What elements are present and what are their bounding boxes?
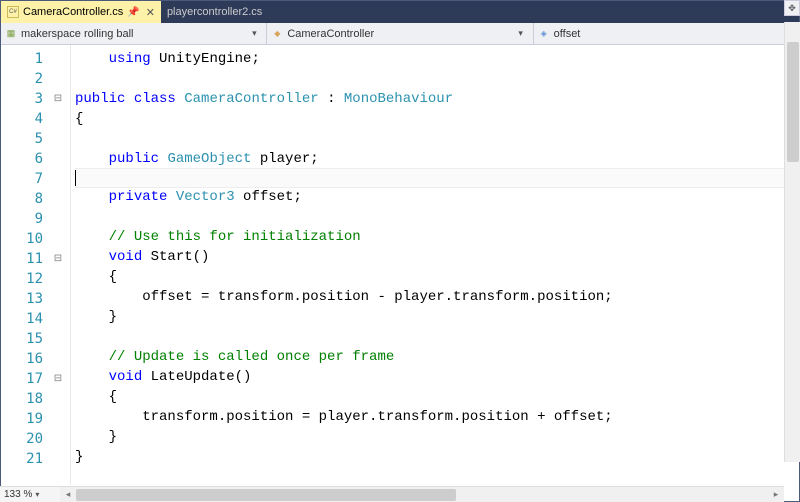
code-line[interactable]: } [75,307,799,327]
class-icon [271,28,283,40]
code-line[interactable] [75,327,799,347]
line-number: 9 [1,209,51,229]
line-number: 2 [1,69,51,89]
line-number: 13 [1,289,51,309]
field-icon [538,28,550,40]
line-number: 16 [1,349,51,369]
code-line[interactable]: using UnityEngine; [75,49,799,69]
code-line[interactable]: public GameObject player; [75,149,799,169]
nav-member-label: offset [554,28,581,40]
fold-toggle [51,109,65,129]
code-line[interactable]: // Use this for initialization [75,227,799,247]
close-icon[interactable]: ✕ [146,6,155,19]
fold-toggle [51,69,65,89]
navigation-bar: makerspace rolling ball ▾ CameraControll… [1,23,799,45]
line-number: 3 [1,89,51,109]
fold-toggle [51,269,65,289]
line-number: 21 [1,449,51,469]
fold-toggle [51,409,65,429]
nav-project-label: makerspace rolling ball [21,28,134,40]
code-line[interactable]: { [75,387,799,407]
scroll-left-button[interactable]: ◂ [60,489,76,500]
nav-class-label: CameraController [287,28,374,40]
fold-toggle [51,209,65,229]
line-number: 10 [1,229,51,249]
zoom-value: 133 % [4,489,32,500]
gutter: 123⊟4567891011⊟121314151617⊟18192021 [1,45,71,485]
chevron-down-icon: ▾ [246,28,262,39]
tab-player-controller2[interactable]: playercontroller2.cs [161,1,268,23]
zoom-level[interactable]: 133 % ▾ [0,486,60,502]
csharp-file-icon [7,6,19,18]
pin-icon[interactable]: 📌 [127,7,139,18]
code-line[interactable]: { [75,109,799,129]
scroll-right-button[interactable]: ▸ [768,489,784,500]
line-number: 19 [1,409,51,429]
code-line[interactable]: 💡 [75,168,799,188]
fold-toggle [51,49,65,69]
code-line[interactable] [75,69,799,89]
code-line[interactable]: void LateUpdate() [75,367,799,387]
fold-toggle [51,189,65,209]
vertical-scrollbar[interactable] [784,22,800,462]
fold-toggle [51,169,65,189]
chevron-down-icon: ▾ [513,28,529,39]
nav-class-dropdown[interactable]: CameraController ▾ [267,23,533,44]
line-number: 11 [1,249,51,269]
chevron-down-icon: ▾ [35,490,39,499]
code-line[interactable]: } [75,447,799,467]
line-number: 14 [1,309,51,329]
tab-camera-controller[interactable]: CameraController.cs 📌 ✕ [1,1,161,23]
line-number: 4 [1,109,51,129]
nav-member-dropdown[interactable]: offset ▾ [534,23,799,44]
line-number: 8 [1,189,51,209]
nav-project-dropdown[interactable]: makerspace rolling ball ▾ [1,23,267,44]
fold-toggle [51,429,65,449]
text-caret [75,170,76,186]
line-number: 6 [1,149,51,169]
code-line[interactable] [75,207,799,227]
line-number: 18 [1,389,51,409]
fold-toggle [51,349,65,369]
scroll-track[interactable] [76,487,768,502]
line-number: 5 [1,129,51,149]
line-number: 1 [1,49,51,69]
code-line[interactable]: offset = transform.position - player.tra… [75,287,799,307]
tab-label: CameraController.cs [23,6,123,18]
tab-label: playercontroller2.cs [167,6,262,18]
fold-toggle [51,389,65,409]
line-number: 7 [1,169,51,189]
fold-toggle[interactable]: ⊟ [51,249,65,269]
fold-toggle [51,289,65,309]
code-line[interactable]: public class CameraController : MonoBeha… [75,89,799,109]
horizontal-scrollbar-thumb[interactable] [76,489,456,501]
line-number: 17 [1,369,51,389]
code-area[interactable]: using UnityEngine; public class CameraCon… [71,45,799,485]
horizontal-scrollbar[interactable]: ◂ ▸ [60,486,784,502]
vertical-scrollbar-thumb[interactable] [787,42,799,162]
fold-toggle [51,449,65,469]
fold-toggle [51,229,65,249]
line-number: 20 [1,429,51,449]
line-number: 12 [1,269,51,289]
fold-toggle [51,329,65,349]
code-line[interactable]: void Start() [75,247,799,267]
tab-bar: CameraController.cs 📌 ✕ playercontroller… [1,1,799,23]
code-line[interactable]: // Update is called once per frame [75,347,799,367]
code-line[interactable]: } [75,427,799,447]
split-window-button[interactable]: ✥ [784,0,800,16]
line-number: 15 [1,329,51,349]
code-line[interactable] [75,129,799,149]
fold-toggle[interactable]: ⊟ [51,369,65,389]
fold-toggle [51,309,65,329]
editor: 123⊟4567891011⊟121314151617⊟18192021 usi… [1,45,799,485]
project-icon [5,28,17,40]
code-line[interactable]: { [75,267,799,287]
fold-toggle[interactable]: ⊟ [51,89,65,109]
fold-toggle [51,129,65,149]
code-line[interactable]: transform.position = player.transform.po… [75,407,799,427]
fold-toggle [51,149,65,169]
code-line[interactable]: private Vector3 offset; [75,187,799,207]
